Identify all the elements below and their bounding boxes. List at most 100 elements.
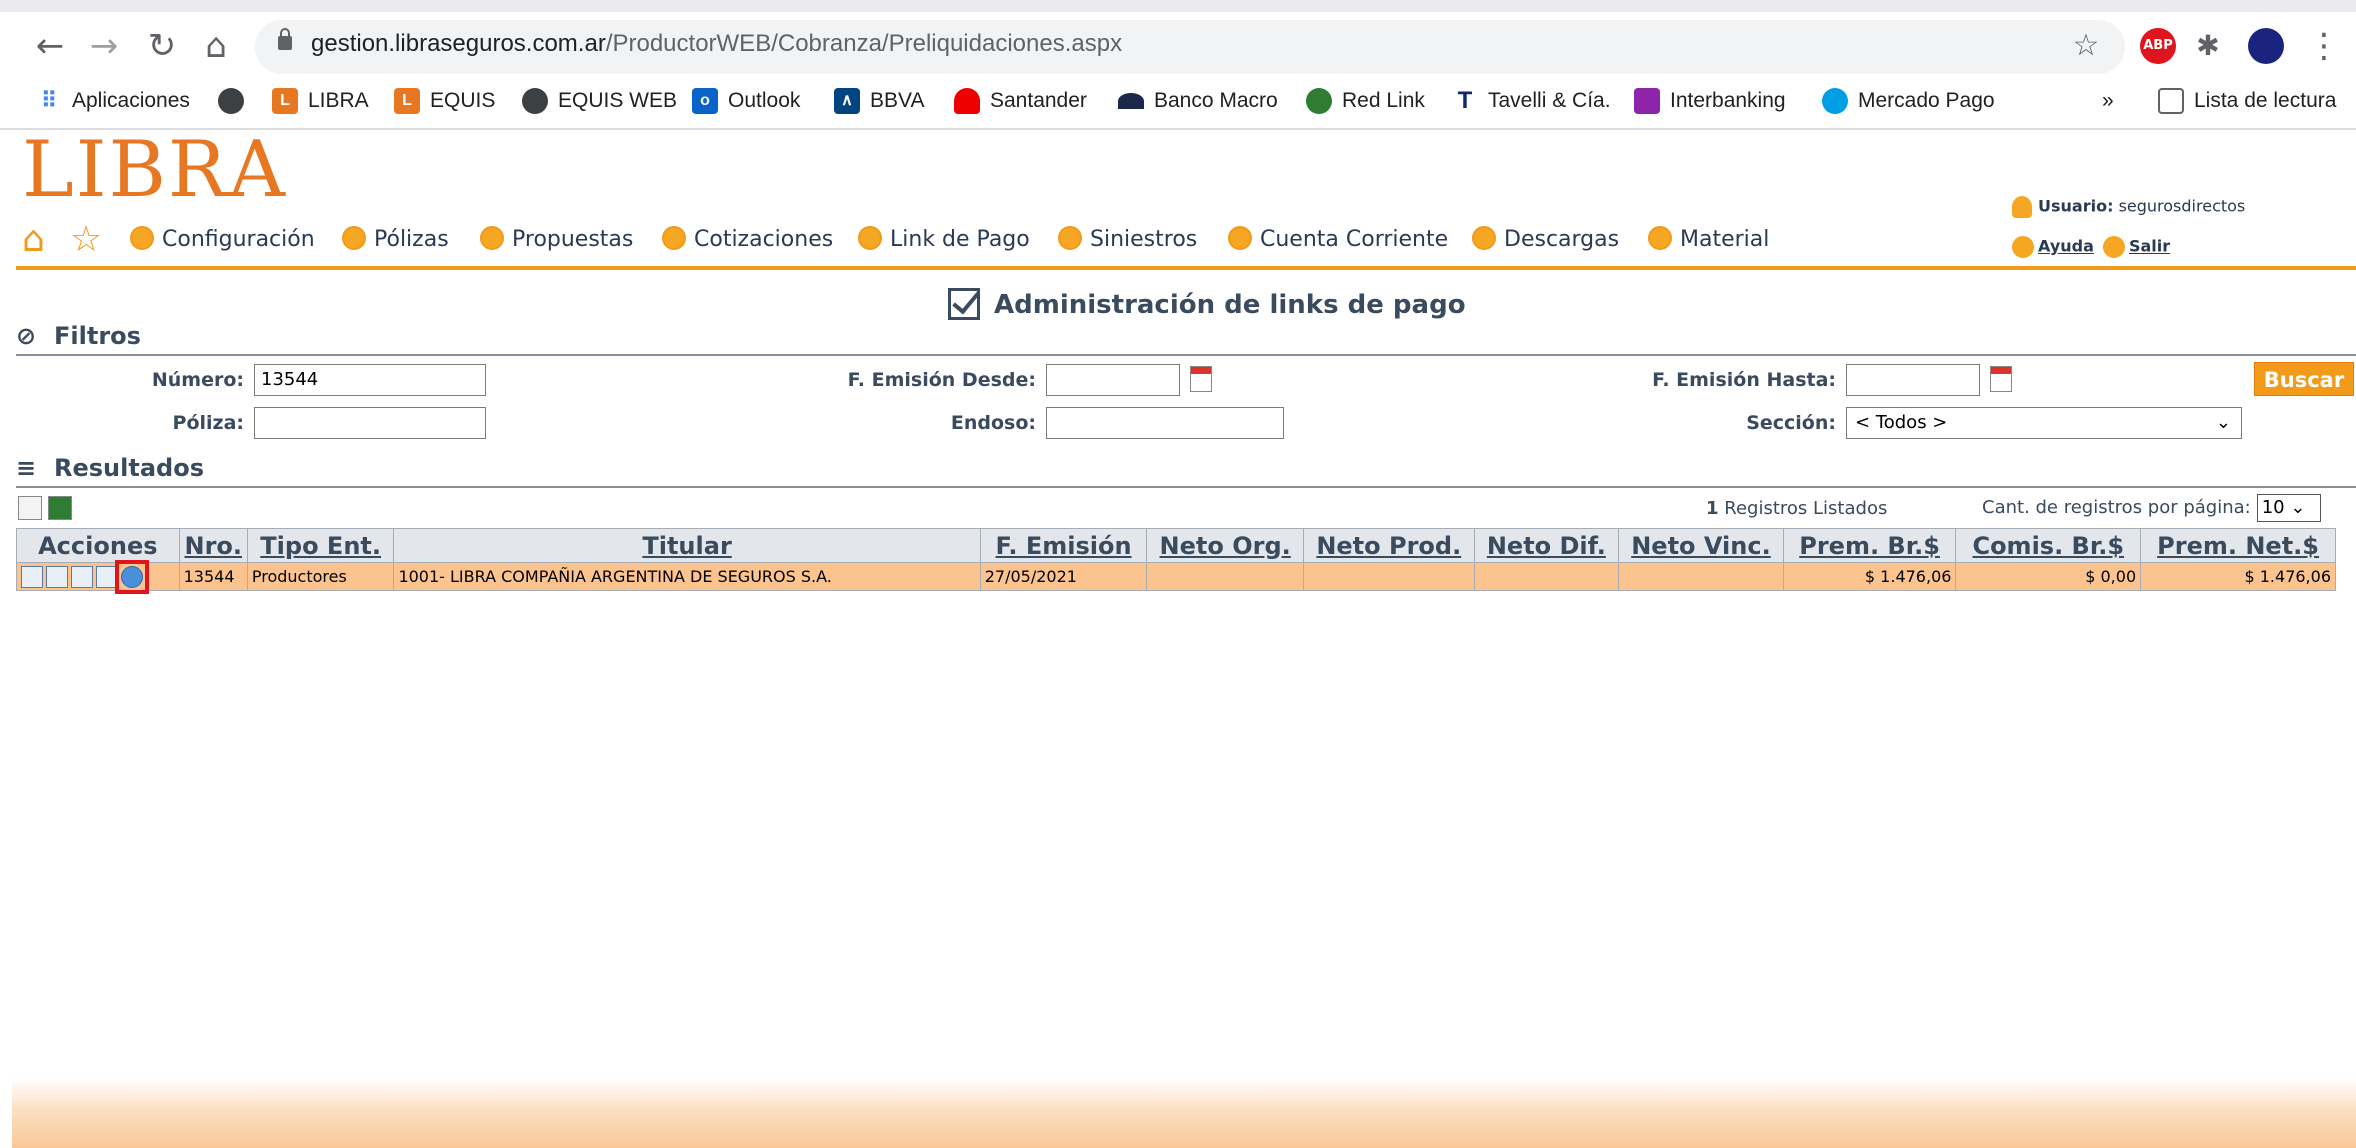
config-icon	[130, 226, 154, 250]
numero-input[interactable]: 13544	[254, 364, 486, 396]
col-neto-vinc[interactable]: Neto Vinc.	[1618, 528, 1784, 563]
logout-link[interactable]: Salir	[2129, 237, 2170, 256]
account-icon	[1228, 226, 1252, 250]
results-table: Acciones Nro. Tipo Ent. Titular F. Emisi…	[16, 528, 2336, 594]
menu-polizas[interactable]: Pólizas	[342, 222, 449, 258]
menu-cotizaciones[interactable]: Cotizaciones	[662, 222, 833, 258]
bookmark-mercado-pago[interactable]: Mercado Pago	[1822, 86, 1995, 116]
bookmark-label: Mercado Pago	[1858, 89, 1995, 112]
menu-cuenta-corriente[interactable]: Cuenta Corriente	[1228, 222, 1448, 258]
document-icon[interactable]	[46, 565, 68, 588]
poliza-input[interactable]	[254, 407, 486, 439]
header-divider	[16, 266, 2356, 270]
reading-list[interactable]: Lista de lectura	[2158, 86, 2336, 116]
bookmark-equis-web[interactable]: EQUIS WEB	[522, 86, 677, 116]
adblock-icon[interactable]: ABP	[2140, 28, 2176, 64]
per-page-select[interactable]: 10 ⌄	[2256, 494, 2321, 522]
macro-icon	[1118, 93, 1144, 110]
col-fecha[interactable]: F. Emisión	[979, 528, 1148, 563]
list-icon	[480, 226, 504, 250]
hasta-label: F. Emisión Hasta:	[1652, 369, 1836, 391]
bookmark-bbva[interactable]: ∧ BBVA	[834, 86, 924, 116]
col-acciones: Acciones	[16, 528, 180, 563]
records-count: 1 Registros Listados	[1706, 498, 1887, 519]
bookmark-label: Aplicaciones	[72, 89, 190, 112]
menu-siniestros[interactable]: Siniestros	[1058, 222, 1197, 258]
bookmark-apps[interactable]: ⠿ Aplicaciones	[36, 86, 190, 116]
bookmark-banco-macro[interactable]: Banco Macro	[1118, 86, 1278, 116]
outlook-icon: o	[692, 88, 718, 115]
bookmark-label: Santander	[990, 89, 1087, 112]
per-page-label: Cant. de registros por página:	[1982, 497, 2251, 518]
seccion-select[interactable]: < Todos > ⌄	[1846, 407, 2242, 439]
bookmark-libra[interactable]: L LIBRA	[272, 86, 369, 116]
col-nro[interactable]: Nro.	[178, 528, 248, 563]
export-excel-icon[interactable]	[48, 496, 72, 520]
per-page: Cant. de registros por página: 10 ⌄	[1982, 494, 2321, 522]
print-icon[interactable]	[71, 565, 93, 588]
records-label: Registros Listados	[1724, 498, 1888, 519]
col-titular[interactable]: Titular	[393, 528, 981, 563]
bookmark-interbanking[interactable]: Interbanking	[1634, 86, 1786, 116]
bookmark-red-link[interactable]: Red Link	[1306, 86, 1425, 116]
bookmark-label: Banco Macro	[1154, 89, 1278, 112]
menu-label: Pólizas	[374, 227, 449, 252]
col-comis-br[interactable]: Comis. Br.$	[1955, 528, 2142, 563]
bookmark-equis[interactable]: L EQUIS	[394, 86, 495, 116]
menu-dots-icon[interactable]: ⋮	[2302, 24, 2346, 68]
bookmark-label: Tavelli & Cía.	[1488, 89, 1611, 112]
browser-chrome: ← → ↻ ⌂ gestion.libraseguros.com.ar/Prod…	[0, 0, 2356, 130]
profile-avatar[interactable]	[2248, 28, 2284, 64]
forward-icon[interactable]: →	[82, 24, 126, 68]
check-icon	[1648, 226, 1672, 250]
bookmark-outlook[interactable]: o Outlook	[692, 86, 800, 116]
help-link[interactable]: Ayuda	[2038, 237, 2094, 256]
bookmark-santander[interactable]: Santander	[954, 86, 1087, 116]
libra-logo[interactable]: LIBRA	[22, 130, 287, 210]
mercado-pago-link-icon[interactable]	[121, 565, 143, 588]
back-icon[interactable]: ←	[28, 24, 72, 68]
globe-bookmark[interactable]	[218, 86, 254, 116]
col-prem-net[interactable]: Prem. Net.$	[2140, 528, 2336, 563]
calendar-icon[interactable]	[1190, 366, 1212, 392]
col-prem-br[interactable]: Prem. Br.$	[1782, 528, 1957, 563]
menu-propuestas[interactable]: Propuestas	[480, 222, 633, 258]
calendar-icon[interactable]	[1990, 366, 2012, 392]
menu-descargas[interactable]: Descargas	[1472, 222, 1619, 258]
filters-header[interactable]: ⊘ Filtros	[16, 318, 141, 354]
reload-icon[interactable]: ↻	[140, 24, 184, 68]
menu-material[interactable]: Material	[1648, 222, 1769, 258]
buscar-button[interactable]: Buscar	[2254, 362, 2354, 396]
col-neto-dif[interactable]: Neto Dif.	[1473, 528, 1620, 563]
star-icon[interactable]: ☆	[2064, 24, 2108, 68]
user-name: segurosdirectos	[2118, 196, 2246, 216]
money-icon	[858, 226, 882, 250]
export-pdf-icon[interactable]	[18, 496, 42, 520]
hasta-input[interactable]	[1846, 364, 1980, 396]
favorites-star-icon[interactable]: ☆	[70, 222, 102, 258]
poliza-label: Póliza:	[172, 412, 244, 434]
bookmarks-more[interactable]: »	[2102, 86, 2114, 116]
lock-icon[interactable]	[278, 28, 292, 50]
apps-grid-icon: ⠿	[36, 88, 62, 115]
extensions-icon[interactable]: ✱	[2186, 24, 2230, 68]
home-icon[interactable]: ⌂	[22, 222, 45, 258]
results-divider	[16, 486, 2356, 488]
seccion-value: < Todos >	[1855, 412, 1948, 433]
menu-label: Siniestros	[1090, 227, 1198, 252]
delete-doc-icon[interactable]	[96, 565, 118, 588]
endoso-input[interactable]	[1046, 407, 1284, 439]
edit-icon[interactable]	[21, 565, 43, 588]
menu-link-de-pago[interactable]: Link de Pago	[858, 222, 1030, 258]
menu-label: Link de Pago	[890, 227, 1030, 252]
bookmark-tavelli[interactable]: T Tavelli & Cía.	[1452, 86, 1611, 116]
search-icon: ⊘	[16, 322, 37, 350]
col-tipo[interactable]: Tipo Ent.	[246, 528, 395, 563]
desde-input[interactable]	[1046, 364, 1180, 396]
url-text[interactable]: gestion.libraseguros.com.ar/ProductorWEB…	[311, 30, 1122, 58]
col-neto-org[interactable]: Neto Org.	[1146, 528, 1304, 563]
home-icon[interactable]: ⌂	[194, 24, 238, 68]
power-icon	[2102, 236, 2125, 258]
menu-configuracion[interactable]: Configuración	[130, 222, 315, 258]
col-neto-prod[interactable]: Neto Prod.	[1302, 528, 1475, 563]
